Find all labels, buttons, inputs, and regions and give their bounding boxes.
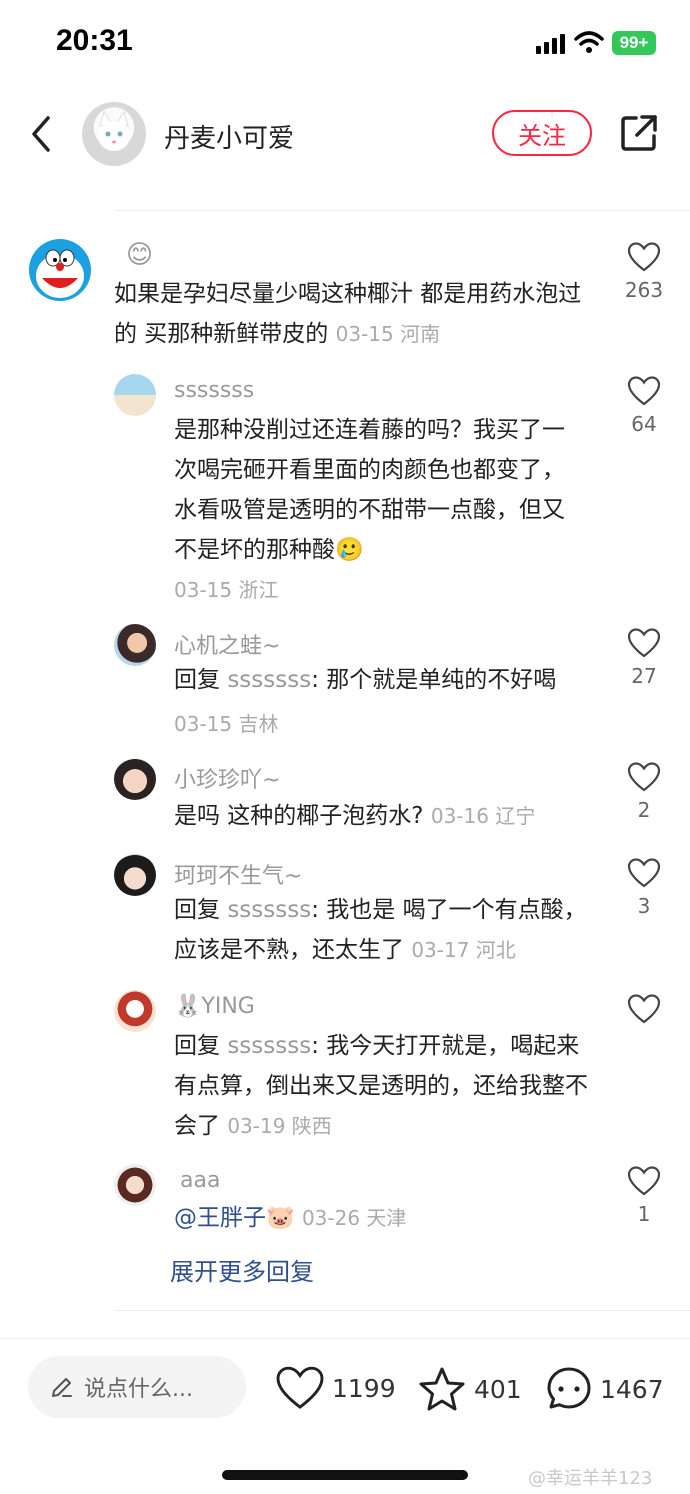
like-post-button[interactable]: 1199: [276, 1366, 396, 1410]
follow-button[interactable]: 关注: [492, 110, 592, 156]
comment-username[interactable]: sssssss: [174, 378, 254, 403]
reply-target[interactable]: sssssss: [227, 897, 311, 923]
comment-username[interactable]: 😊: [126, 240, 153, 270]
post-header: 丹麦小可爱 关注: [0, 100, 690, 170]
comment-date: 03-15 吉林: [174, 712, 279, 736]
like-button[interactable]: [614, 994, 674, 1030]
mention-link[interactable]: @王胖子🐷: [174, 1205, 295, 1231]
avatar[interactable]: [114, 624, 156, 666]
divider: [0, 1338, 690, 1339]
watermark: @幸运羊羊123: [528, 1468, 653, 1489]
heart-icon: [627, 242, 661, 272]
comment-count: 1467: [600, 1374, 664, 1404]
comment-input-placeholder: 说点什么...: [84, 1377, 193, 1402]
status-bar: 20:31 99+: [0, 0, 690, 90]
like-button[interactable]: 1: [614, 1166, 674, 1226]
comment-text: 回复 sssssss: 我今天打开就是，喝起来有点算，倒出来又是透明的，还给我整…: [174, 1026, 594, 1146]
expand-replies-link[interactable]: 展开更多回复: [170, 1252, 314, 1287]
comment-text: 回复 sssssss: 我也是 喝了一个有点酸，应该是不熟，还太生了 03-17…: [174, 890, 599, 970]
status-time: 20:31: [56, 24, 133, 57]
like-button[interactable]: 64: [614, 376, 674, 436]
comment-bubble-icon: [547, 1367, 591, 1409]
comment-text: 是那种没削过还连着藤的吗？我买了一次喝完砸开看里面的肉颜色也都变了，水看吸管是透…: [174, 410, 586, 570]
comment-username[interactable]: 心机之蛙~: [174, 628, 280, 660]
pencil-icon: [52, 1378, 72, 1397]
like-count: 2: [637, 798, 651, 822]
wifi-icon: [574, 31, 604, 53]
heart-icon: [627, 994, 661, 1024]
like-button[interactable]: 2: [614, 762, 674, 822]
heart-icon: [627, 858, 661, 888]
avatar[interactable]: [114, 990, 156, 1032]
avatar[interactable]: [114, 374, 156, 416]
comment-username[interactable]: 🐰YING: [174, 994, 255, 1019]
comment-username[interactable]: aaa: [180, 1168, 220, 1193]
like-count: 3: [637, 894, 651, 918]
author-name[interactable]: 丹麦小可爱: [164, 118, 294, 155]
heart-icon: [276, 1366, 324, 1409]
comment-date: 03-15 浙江: [174, 578, 279, 602]
like-count: 27: [631, 664, 657, 688]
reply-prefix: 回复: [174, 897, 228, 923]
comment-text: @王胖子🐷 03-26 天津: [174, 1198, 604, 1238]
cellular-signal-icon: [536, 34, 565, 54]
comment-username[interactable]: 珂珂不生气~: [174, 858, 302, 890]
comment-body: 是那种没削过还连着藤的吗？我买了一次喝完砸开看里面的肉颜色也都变了，水看吸管是透…: [174, 417, 565, 563]
like-count: 1199: [332, 1373, 396, 1403]
star-icon: [419, 1367, 465, 1411]
comment-input[interactable]: 说点什么...: [28, 1356, 246, 1418]
avatar[interactable]: [28, 238, 92, 302]
comment-text: 是吗 这种的椰子泡药水? 03-16 辽宁: [174, 796, 604, 836]
avatar[interactable]: [114, 1164, 156, 1206]
reply-prefix: 回复: [174, 667, 228, 693]
comment-date: 03-17 河北: [411, 938, 516, 962]
comment-date: 03-26 天津: [301, 1206, 407, 1230]
bottom-action-bar: 说点什么... 1199 401 1467: [0, 1356, 690, 1420]
reply-target[interactable]: sssssss: [227, 1033, 311, 1059]
like-count: 64: [631, 412, 657, 436]
comment-username[interactable]: 小珍珍吖~: [174, 762, 280, 794]
avatar[interactable]: [114, 854, 156, 896]
like-button[interactable]: 3: [614, 858, 674, 918]
home-indicator[interactable]: [222, 1470, 468, 1480]
heart-icon: [627, 1166, 661, 1196]
comment-body: 是吗 这种的椰子泡药水?: [174, 803, 424, 829]
reply-prefix: 回复: [174, 1033, 228, 1059]
comment-text: 如果是孕妇尽量少喝这种椰汁 都是用药水泡过的 买那种新鲜带皮的 03-15 河南: [114, 274, 584, 354]
comment-date: 03-16 辽宁: [430, 804, 536, 828]
heart-icon: [627, 376, 661, 406]
star-count: 401: [474, 1374, 522, 1404]
divider: [114, 1310, 690, 1311]
battery-indicator: 99+: [612, 31, 656, 55]
like-count: 1: [637, 1202, 651, 1226]
divider: [114, 210, 690, 211]
like-count: 263: [624, 278, 664, 302]
avatar[interactable]: [114, 758, 156, 800]
comment-button[interactable]: 1467: [546, 1366, 664, 1412]
back-arrow-icon[interactable]: [28, 114, 54, 154]
comment-text: 回复 sssssss: 那个就是单纯的不好喝: [174, 660, 604, 700]
like-button[interactable]: 27: [614, 628, 674, 688]
share-icon[interactable]: [620, 114, 658, 152]
heart-icon: [627, 762, 661, 792]
comment-body: : 那个就是单纯的不好喝: [311, 667, 557, 693]
heart-icon: [627, 628, 661, 658]
comment-date: 03-19 陕西: [227, 1114, 332, 1138]
comment-date: 03-15 河南: [335, 322, 441, 346]
author-avatar[interactable]: [82, 102, 146, 166]
collect-button[interactable]: 401: [418, 1366, 522, 1412]
like-button[interactable]: 263: [614, 242, 674, 302]
reply-target[interactable]: sssssss: [227, 667, 311, 693]
